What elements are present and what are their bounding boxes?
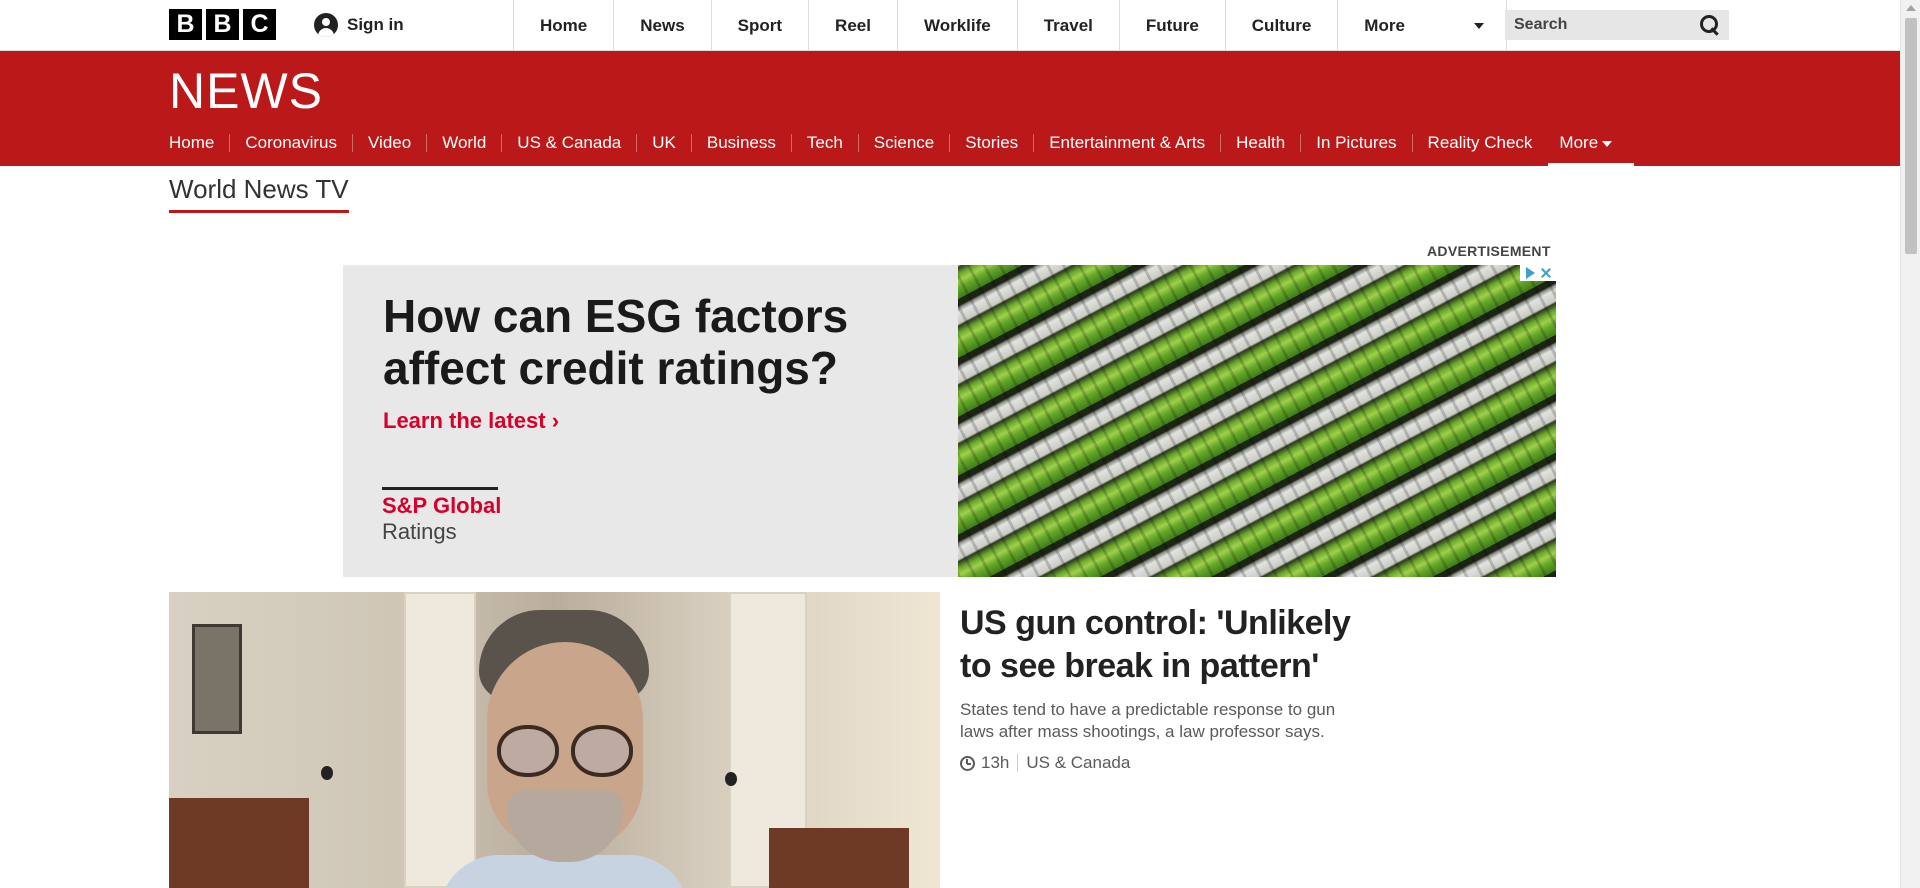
bbc-logo[interactable]: B B C <box>169 9 276 40</box>
bbc-logo-letter: C <box>243 9 276 40</box>
ad-brand-sub: Ratings <box>382 519 457 544</box>
advertisement-label: ADVERTISEMENT <box>1427 243 1551 259</box>
speaker-glasses-right <box>571 725 633 777</box>
search-box[interactable]: Search <box>1505 10 1729 40</box>
bbc-logo-letter: B <box>206 9 239 40</box>
ad-brand-rule <box>382 487 498 490</box>
topnav-sport[interactable]: Sport <box>710 0 808 51</box>
news-header: NEWS Home Coronavirus Video World US & C… <box>0 51 1900 167</box>
news-nav-business[interactable]: Business <box>690 134 791 152</box>
topnav-reel[interactable]: Reel <box>808 0 897 51</box>
search-icon[interactable] <box>1700 15 1720 35</box>
bbc-logo-letter: B <box>169 9 202 40</box>
chevron-down-icon <box>1474 22 1485 29</box>
ad-headline: How can ESG factors affect credit rating… <box>383 290 849 394</box>
news-nav-health[interactable]: Health <box>1220 134 1300 152</box>
ad-image <box>958 265 1556 577</box>
topnav-more-label: More <box>1364 15 1405 35</box>
video-thumbnail[interactable] <box>169 592 940 888</box>
door-knob <box>725 772 737 786</box>
scroll-up-arrow-icon[interactable] <box>1906 5 1916 11</box>
bbc-top-bar: B B C Sign in Home News Sport Reel Workl… <box>0 0 1900 51</box>
news-nav-science[interactable]: Science <box>857 134 949 152</box>
news-nav-reality-check[interactable]: Reality Check <box>1411 134 1548 152</box>
vertical-scrollbar[interactable] <box>1900 0 1920 888</box>
clock-icon <box>960 755 975 771</box>
news-nav-more-label: More <box>1559 133 1599 152</box>
ad-cta-link[interactable]: Learn the latest › <box>383 408 559 434</box>
news-nav: Home Coronavirus Video World US & Canada… <box>169 128 1634 167</box>
desk-right <box>769 828 909 888</box>
topnav-home[interactable]: Home <box>513 0 613 51</box>
speaker-glasses-left <box>497 725 559 777</box>
story-timestamp: 13h <box>981 753 1010 772</box>
topnav-more[interactable]: More <box>1337 0 1508 51</box>
sign-in-link[interactable]: Sign in <box>314 13 404 37</box>
topnav-culture[interactable]: Culture <box>1224 0 1338 51</box>
news-nav-us-canada[interactable]: US & Canada <box>501 134 636 152</box>
story-category-link[interactable]: US & Canada <box>1026 753 1130 773</box>
close-icon[interactable] <box>1539 266 1553 280</box>
news-nav-home[interactable]: Home <box>169 134 229 152</box>
topnav-travel[interactable]: Travel <box>1016 0 1119 51</box>
user-icon <box>314 13 338 37</box>
feature-story: US gun control: 'Unlikely to see break i… <box>960 602 1360 773</box>
news-nav-tech[interactable]: Tech <box>790 134 858 152</box>
desk-left <box>169 798 309 888</box>
page-title: World News TV <box>169 174 349 213</box>
news-nav-in-pictures[interactable]: In Pictures <box>1300 134 1411 152</box>
advertisement-banner[interactable]: How can ESG factors affect credit rating… <box>343 265 1556 577</box>
topnav-news[interactable]: News <box>613 0 710 51</box>
ad-badges <box>1520 265 1556 281</box>
story-meta: 13h US & Canada <box>960 753 1360 773</box>
scrollbar-thumb[interactable] <box>1905 18 1917 254</box>
news-nav-world[interactable]: World <box>426 134 501 152</box>
adchoices-icon[interactable] <box>1523 266 1537 280</box>
meta-divider <box>1017 754 1019 772</box>
news-nav-coronavirus[interactable]: Coronavirus <box>229 134 352 152</box>
speaker-beard <box>507 790 623 862</box>
story-summary: States tend to have a predictable respon… <box>960 700 1336 741</box>
news-nav-more[interactable]: More <box>1548 133 1634 167</box>
chevron-down-icon <box>1602 140 1613 147</box>
ad-brand-name: S&P Global <box>382 493 502 518</box>
story-headline-link[interactable]: US gun control: 'Unlikely to see break i… <box>960 602 1360 688</box>
page: B B C Sign in Home News Sport Reel Workl… <box>0 0 1920 888</box>
topnav-future[interactable]: Future <box>1118 0 1225 51</box>
sign-in-label: Sign in <box>347 15 404 34</box>
news-nav-stories[interactable]: Stories <box>949 134 1033 152</box>
ad-brand-logo: S&P Global Ratings <box>382 487 501 546</box>
search-placeholder: Search <box>1514 16 1568 33</box>
news-nav-uk[interactable]: UK <box>636 134 691 152</box>
news-nav-entertainment-arts[interactable]: Entertainment & Arts <box>1033 134 1220 152</box>
news-logo[interactable]: NEWS <box>169 62 323 120</box>
speaker-figure <box>439 610 689 888</box>
wall-picture <box>192 624 242 734</box>
topnav-worklife[interactable]: Worklife <box>896 0 1017 51</box>
news-nav-video[interactable]: Video <box>352 134 426 152</box>
bbc-top-nav: Home News Sport Reel Worklife Travel Fut… <box>513 0 1508 51</box>
door-knob <box>321 766 333 780</box>
